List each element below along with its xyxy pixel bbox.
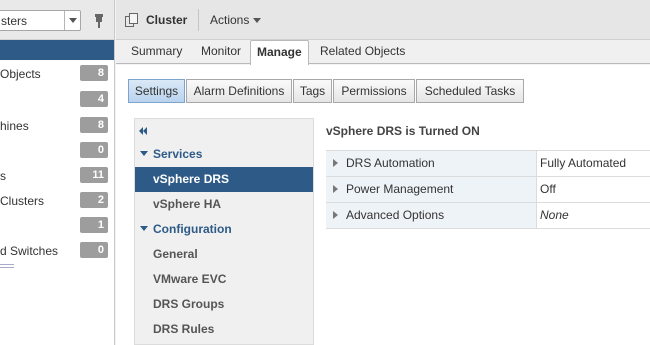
page-title: Cluster [146, 13, 188, 27]
settings-item-label: vSphere DRS [153, 172, 230, 186]
actions-label: Actions [210, 13, 250, 27]
inventory-item[interactable]: 4 [0, 90, 115, 110]
settings-item-general[interactable]: General [135, 242, 313, 267]
expand-arrow-icon[interactable] [333, 185, 338, 193]
property-row-advanced-options[interactable]: Advanced Options None [326, 203, 650, 229]
count-badge: 8 [80, 117, 108, 133]
subtab-scheduled-tasks[interactable]: Scheduled Tasks [416, 79, 524, 103]
count-badge: 1 [80, 217, 108, 233]
settings-item-vsphere-ha[interactable]: vSphere HA [135, 192, 313, 217]
inventory-item-label: Objects [0, 67, 41, 81]
settings-item-label: DRS Rules [153, 322, 215, 336]
count-badge: 11 [80, 167, 108, 183]
navigator-panel: sters Objects 8 4 hines 8 0 s 11 Cluster… [0, 0, 115, 345]
settings-item-vmware-evc[interactable]: VMware EVC [135, 267, 313, 292]
tab-manage[interactable]: Manage [250, 40, 309, 65]
settings-item-label: General [153, 247, 198, 261]
subtab-permissions[interactable]: Permissions [333, 79, 415, 103]
pin-icon[interactable] [93, 14, 105, 28]
inventory-item-label: d Switches [0, 244, 59, 258]
property-value: None [540, 208, 569, 222]
tab-related-objects[interactable]: Related Objects [320, 44, 405, 58]
inventory-item[interactable]: hines 8 [0, 116, 115, 136]
main-panel: Cluster Actions Summary Monitor Manage R… [116, 0, 650, 345]
divider [198, 9, 199, 31]
property-key: DRS Automation [346, 156, 435, 170]
settings-item-label: DRS Groups [153, 297, 225, 311]
subtab-settings[interactable]: Settings [128, 79, 185, 103]
count-badge: 2 [80, 192, 108, 208]
count-badge: 4 [80, 91, 108, 107]
settings-item-vsphere-drs[interactable]: vSphere DRS [135, 167, 313, 192]
inventory-item-label: s [0, 169, 6, 183]
inventory-item-label: Clusters [0, 194, 45, 208]
count-badge: 0 [80, 242, 108, 258]
tab-summary[interactable]: Summary [131, 44, 182, 58]
property-row-drs-automation[interactable]: DRS Automation Fully Automated [326, 151, 650, 177]
inventory-item[interactable]: Clusters 2 [0, 191, 115, 211]
expand-arrow-icon [140, 151, 148, 156]
property-key: Advanced Options [346, 208, 445, 222]
settings-item-label: vSphere HA [153, 197, 222, 211]
resize-grip-icon[interactable] [0, 264, 14, 268]
expand-arrow-icon [140, 226, 148, 231]
settings-group-label: Services [153, 147, 203, 161]
inventory-item-label: hines [0, 119, 29, 133]
inventory-item[interactable]: s 11 [0, 166, 115, 186]
object-titlebar: Cluster Actions [116, 0, 650, 40]
settings-nav: Services vSphere DRS vSphere HA Configur… [134, 118, 314, 345]
subtab-alarm-definitions[interactable]: Alarm Definitions [186, 79, 292, 103]
expand-arrow-icon[interactable] [333, 211, 338, 219]
count-badge: 0 [80, 142, 108, 158]
settings-item-label: VMware EVC [153, 272, 227, 286]
inventory-item[interactable]: Objects 8 [0, 64, 115, 84]
inventory-item[interactable]: d Switches 0 [0, 241, 115, 261]
property-value: Fully Automated [540, 156, 627, 170]
settings-group-label: Configuration [153, 222, 232, 236]
section-title: vSphere DRS is Turned ON [326, 124, 480, 138]
property-row-power-management[interactable]: Power Management Off [326, 177, 650, 203]
count-badge: 8 [80, 65, 108, 81]
cluster-icon [125, 13, 139, 28]
tab-monitor[interactable]: Monitor [201, 44, 241, 58]
collapse-panel-icon[interactable] [139, 127, 151, 135]
actions-menu-button[interactable]: Actions [210, 13, 262, 27]
main-tabs: Summary Monitor Manage Related Objects [116, 40, 650, 65]
chevron-down-icon[interactable] [64, 11, 80, 30]
navigator-dropdown-value: sters [1, 14, 28, 28]
settings-group-services[interactable]: Services [135, 145, 313, 165]
settings-item-drs-groups[interactable]: DRS Groups [135, 292, 313, 317]
navigator-toolbar: sters [0, 0, 114, 40]
subtab-tags[interactable]: Tags [293, 79, 332, 103]
settings-item-drs-rules[interactable]: DRS Rules [135, 317, 313, 342]
expand-arrow-icon[interactable] [333, 159, 338, 167]
navigator-dropdown[interactable]: sters [0, 10, 81, 31]
inventory-item[interactable]: 0 [0, 141, 115, 161]
manage-content: Settings Alarm Definitions Tags Permissi… [116, 65, 650, 345]
properties-table: DRS Automation Fully Automated Power Man… [326, 150, 650, 229]
inventory-item[interactable]: 1 [0, 216, 115, 236]
navigator-selected-header[interactable] [0, 40, 114, 60]
settings-group-configuration[interactable]: Configuration [135, 220, 313, 240]
property-key-cell: Advanced Options [326, 203, 537, 228]
property-value: Off [540, 182, 556, 196]
chevron-down-icon [253, 18, 262, 24]
property-key-cell: Power Management [326, 177, 537, 202]
property-key-cell: DRS Automation [326, 151, 537, 176]
property-key: Power Management [346, 182, 454, 196]
